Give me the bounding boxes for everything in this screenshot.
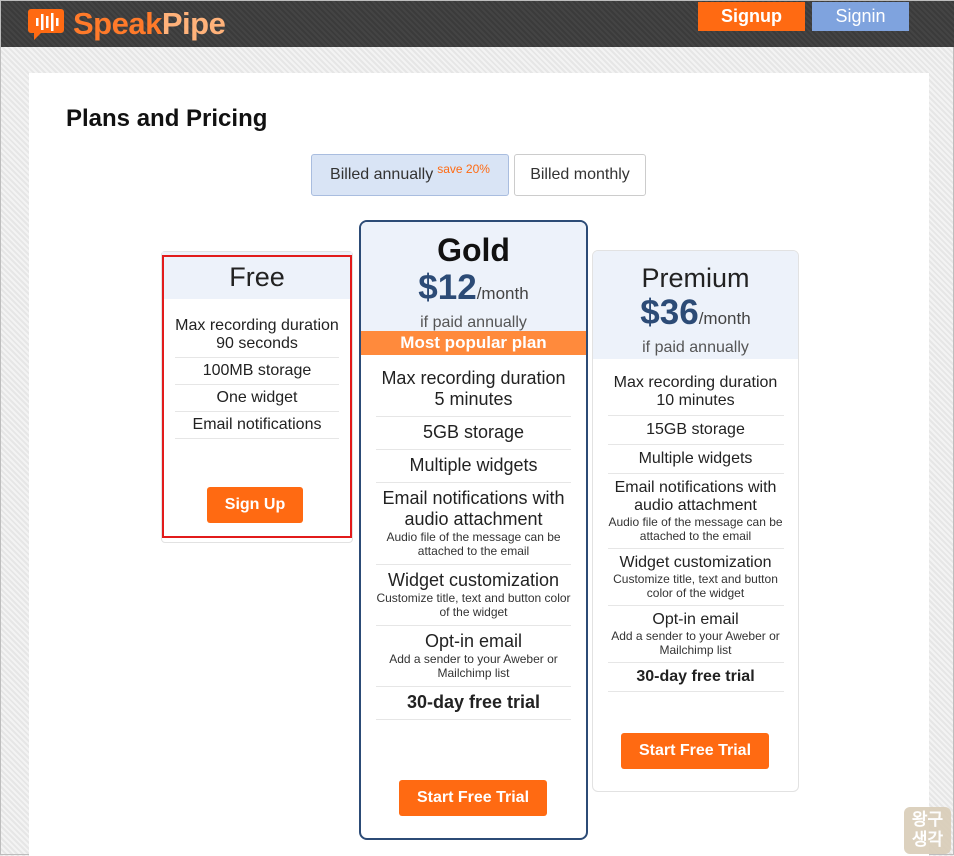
free-sign-up-button[interactable]: Sign Up	[207, 487, 303, 523]
feature-item: Email notifications with audio attachmen…	[376, 483, 571, 565]
plan-name: Premium	[641, 263, 750, 293]
signup-button[interactable]: Signup	[698, 2, 805, 31]
gold-feature-list: Max recording duration 5 minutes 5GB sto…	[376, 363, 571, 720]
feature-title: Multiple widgets	[638, 450, 753, 467]
feature-item: Widget customization Customize title, tex…	[607, 549, 784, 606]
feature-title: 30-day free trial	[406, 692, 541, 712]
premium-plan-card: Premium $36/month if paid annually Max r…	[592, 250, 799, 792]
feature-title: Opt-in email	[652, 611, 739, 628]
feature-desc: Add a sender to your Aweber or Mailchimp…	[611, 629, 780, 657]
feature-item: 30-day free trial	[376, 687, 571, 720]
logo-speak: Speak	[73, 6, 162, 41]
feature-item: 15GB storage	[607, 416, 784, 445]
watermark-badge: 왕구 생각	[904, 807, 951, 854]
plan-price: $12/month	[361, 268, 586, 314]
watermark-line: 왕구	[911, 810, 944, 829]
top-bar: SpeakPipe Signup Signin	[1, 1, 954, 47]
feature-title: Email notifications with audio attachmen…	[614, 479, 777, 514]
billing-note: if paid annually	[420, 314, 527, 331]
price-period: /month	[476, 284, 529, 303]
plan-name: Gold	[437, 232, 510, 268]
feature-item: Max recording duration 5 minutes	[376, 363, 571, 417]
feature-desc: Customize title, text and button color o…	[613, 572, 778, 600]
feature-item: Widget customization Customize title, tex…	[376, 565, 571, 626]
pricing-panel: Plans and Pricing Billed annually save 20…	[29, 73, 929, 856]
gold-start-free-trial-button[interactable]: Start Free Trial	[399, 780, 547, 816]
price-period: /month	[698, 309, 751, 328]
price-amount: $36	[640, 293, 699, 332]
premium-start-free-trial-button[interactable]: Start Free Trial	[621, 733, 769, 769]
feature-desc: Add a sender to your Aweber or Mailchimp…	[389, 652, 558, 680]
signin-button[interactable]: Signin	[812, 2, 909, 31]
feature-desc: Customize title, text and button color o…	[376, 591, 571, 619]
speech-bubble-logo-icon	[28, 9, 64, 40]
gold-plan-header: Gold $12/month if paid annually	[361, 222, 586, 331]
feature-title: 15GB storage	[646, 421, 745, 438]
feature-item: 5GB storage	[376, 417, 571, 450]
logo-pipe: Pipe	[161, 6, 226, 41]
feature-item: Multiple widgets	[607, 445, 784, 474]
billed-annually-toggle[interactable]: Billed annually save 20%	[311, 154, 509, 196]
feature-item: Max recording duration 10 minutes	[607, 369, 784, 416]
feature-title: Email notifications with audio attachmen…	[382, 488, 565, 529]
most-popular-badge: Most popular plan	[361, 331, 586, 355]
feature-item: Opt-in email Add a sender to your Aweber …	[376, 626, 571, 687]
premium-feature-list: Max recording duration 10 minutes 15GB s…	[607, 369, 784, 692]
feature-title: 5GB storage	[422, 422, 525, 442]
feature-title: Max recording duration 5 minutes	[381, 368, 566, 409]
feature-title: Multiple widgets	[409, 455, 538, 475]
feature-desc: Audio file of the message can be attache…	[386, 530, 561, 558]
feature-desc: Audio file of the message can be attache…	[608, 515, 783, 543]
feature-item: Multiple widgets	[376, 450, 571, 483]
speakpipe-logo[interactable]: SpeakPipe	[27, 5, 226, 43]
feature-item: 30-day free trial	[607, 663, 784, 692]
feature-title: Max recording duration 10 minutes	[613, 374, 778, 409]
price-amount: $12	[418, 268, 477, 307]
billed-annually-label: Billed annually	[330, 166, 434, 183]
feature-title: Widget customization	[387, 570, 560, 590]
feature-item: Opt-in email Add a sender to your Aweber …	[607, 606, 784, 663]
premium-plan-header: Premium $36/month if paid annually	[593, 251, 798, 359]
billing-note: if paid annually	[642, 339, 749, 356]
logo-text: SpeakPipe	[73, 5, 226, 43]
watermark-line: 생각	[911, 830, 944, 849]
save-badge: save 20%	[437, 162, 490, 176]
feature-item: Email notifications with audio attachmen…	[607, 474, 784, 549]
feature-title: Opt-in email	[424, 631, 523, 651]
gold-plan-card: Gold $12/month if paid annually Most pop…	[359, 220, 588, 840]
feature-title: Widget customization	[619, 554, 772, 571]
feature-title: 30-day free trial	[636, 668, 755, 685]
billed-monthly-toggle[interactable]: Billed monthly	[514, 154, 646, 196]
page-title: Plans and Pricing	[66, 105, 268, 132]
plan-price: $36/month	[593, 293, 798, 339]
